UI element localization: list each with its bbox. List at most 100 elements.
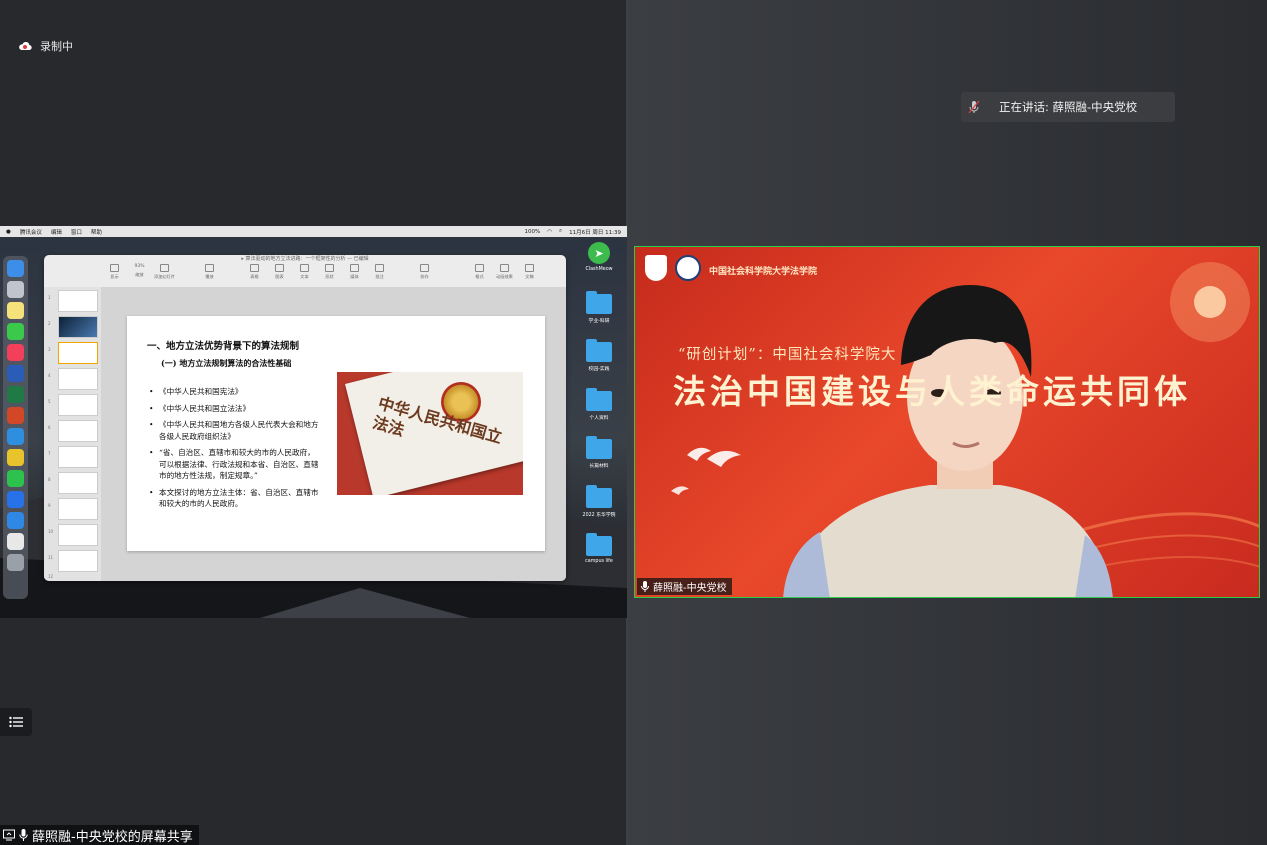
slide-thumbnail[interactable] bbox=[58, 316, 98, 338]
toolbar-button[interactable]: 显示 bbox=[104, 264, 125, 286]
recording-label: 录制中 bbox=[40, 40, 73, 53]
search-icon[interactable]: ⌕ bbox=[559, 228, 562, 235]
menubar-clock[interactable]: 11月6日 周日 11:39 bbox=[569, 228, 621, 236]
desktop-folder[interactable]: 学业-科研 bbox=[578, 291, 620, 324]
slide-thumbnail[interactable] bbox=[58, 550, 98, 572]
toolbar-button[interactable]: 播放 bbox=[199, 264, 220, 286]
document-icon[interactable] bbox=[7, 533, 24, 550]
bullet-item: 《中华人民共和国地方各级人民代表大会和地方各级人民政府组织法》 bbox=[149, 419, 319, 442]
finder-icon[interactable] bbox=[7, 260, 24, 277]
speaking-indicator: 正在讲话: 薛照融-中央党校 bbox=[961, 92, 1175, 122]
institution-name: 中国社会科学院大学法学院 bbox=[709, 267, 818, 277]
desktop-item-clashmeow[interactable]: ➤ ClashMeow bbox=[578, 242, 620, 272]
slide-thumbnail[interactable] bbox=[58, 394, 98, 416]
legislation-law-book-image: 中华人民共和国立法法 bbox=[337, 372, 523, 495]
word-icon[interactable] bbox=[7, 365, 24, 382]
toolbar-button[interactable]: 图表 bbox=[269, 264, 290, 286]
messages-icon[interactable] bbox=[7, 323, 24, 340]
toolbar-button[interactable]: 批注 bbox=[369, 264, 390, 286]
notes-icon[interactable] bbox=[7, 302, 24, 319]
toolbar-button[interactable]: 格式 bbox=[469, 264, 490, 286]
mac-menubar: ● 腾讯会议 编辑 窗口 帮助 100% ◠ ⌕ 11月6日 周日 11:39 bbox=[0, 226, 627, 237]
folder-icon bbox=[586, 388, 612, 411]
wifi-icon[interactable]: ◠ bbox=[547, 229, 552, 235]
trash-icon[interactable] bbox=[7, 554, 24, 571]
slide-thumbnail[interactable] bbox=[58, 420, 98, 442]
keynote-icon[interactable] bbox=[7, 512, 24, 529]
slide-thumbnail[interactable] bbox=[58, 472, 98, 494]
shared-screen[interactable]: ● 腾讯会议 编辑 窗口 帮助 100% ◠ ⌕ 11月6日 周日 11:39 … bbox=[0, 226, 627, 618]
banner-subtitle: “研创计划”：中国社会科学院大 bbox=[678, 347, 897, 363]
desktop-folder[interactable]: 2022 东华学院 bbox=[578, 485, 620, 518]
toolbar: 显示 93% 缩放 添加幻灯片 播放 表格 图表 文本 形状 媒体 批注 协作 格… bbox=[44, 264, 566, 286]
toolbar-button[interactable]: 表格 bbox=[244, 264, 265, 286]
slide-thumbnail[interactable] bbox=[58, 368, 98, 390]
slide-canvas[interactable]: 一、地方立法优势背景下的算法规制 (一) 地方立法规制算法的合法性基础 《中华人… bbox=[101, 287, 566, 581]
school-logo-icon bbox=[645, 255, 667, 281]
participant-video[interactable]: 中国社会科学院大学法学院 “研创计划”：中国社会科学院大 法治中国建设与人类命运… bbox=[634, 246, 1260, 598]
toolbar-button[interactable]: 添加幻灯片 bbox=[154, 264, 175, 286]
bullet-item: 《中华人民共和国宪法》 bbox=[149, 386, 319, 398]
university-logo-icon bbox=[675, 255, 701, 281]
folder-icon bbox=[586, 291, 612, 314]
slide-subheading: (一) 地方立法规制算法的合法性基础 bbox=[161, 358, 292, 368]
toolbar-button[interactable]: 文本 bbox=[294, 264, 315, 286]
screen-share-icon bbox=[3, 829, 15, 841]
toolbar-button[interactable]: 协作 bbox=[414, 264, 435, 286]
video-background bbox=[671, 262, 1259, 597]
folder-icon bbox=[586, 533, 612, 556]
slide-heading: 一、地方立法优势背景下的算法规制 bbox=[147, 341, 300, 352]
bullet-item: 本文探讨的地方立法主体：省、自治区、直辖市和较大的市的人民政府。 bbox=[149, 487, 319, 510]
battery-level: 100% bbox=[524, 228, 541, 235]
send-icon: ➤ bbox=[588, 242, 610, 264]
slide-thumbnail[interactable] bbox=[58, 290, 98, 312]
menubar-item[interactable]: 编辑 bbox=[51, 228, 62, 236]
folder-icon bbox=[586, 485, 612, 508]
recording-indicator[interactable]: 录制中 bbox=[18, 38, 73, 54]
wechat-icon[interactable] bbox=[7, 470, 24, 487]
desktop-folder[interactable]: 校园-实践 bbox=[578, 339, 620, 372]
launchpad-icon[interactable] bbox=[7, 281, 24, 298]
banner-title: 法治中国建设与人类命运共同体 bbox=[673, 372, 1191, 411]
slide-thumbnail[interactable] bbox=[58, 524, 98, 546]
slide-bullets: 《中华人民共和国宪法》 《中华人民共和国立法法》 《中华人民共和国地方各级人民代… bbox=[149, 386, 319, 515]
apple-icon[interactable]: ● bbox=[6, 229, 11, 235]
safari-icon[interactable] bbox=[7, 428, 24, 445]
slide-thumbnail-selected[interactable] bbox=[58, 342, 98, 364]
excel-icon[interactable] bbox=[7, 386, 24, 403]
zoom-button[interactable]: 93% 缩放 bbox=[129, 264, 150, 286]
mac-dock bbox=[3, 256, 28, 599]
powerpoint-icon[interactable] bbox=[7, 407, 24, 424]
current-slide[interactable]: 一、地方立法优势背景下的算法规制 (一) 地方立法规制算法的合法性基础 《中华人… bbox=[127, 316, 545, 551]
list-icon bbox=[9, 716, 23, 728]
toolbar-button[interactable]: 媒体 bbox=[344, 264, 365, 286]
music-icon[interactable] bbox=[7, 344, 24, 361]
mic-icon bbox=[19, 829, 28, 841]
slide-thumbnail[interactable] bbox=[58, 446, 98, 468]
toolbar-button[interactable]: 文稿 bbox=[519, 264, 540, 286]
share-owner: 薛照融-中央党校的屏幕共享 bbox=[32, 829, 193, 845]
desktop-folder[interactable]: 个人资料 bbox=[578, 388, 620, 421]
desktop-folder[interactable]: 长篇材料 bbox=[578, 436, 620, 469]
menubar-item[interactable]: 帮助 bbox=[91, 228, 102, 236]
list-menu-button[interactable] bbox=[0, 708, 32, 736]
chrome-icon[interactable] bbox=[7, 449, 24, 466]
folder-icon bbox=[586, 339, 612, 362]
toolbar-button[interactable]: 形状 bbox=[319, 264, 340, 286]
desktop-folder[interactable]: campus life bbox=[578, 533, 620, 564]
menubar-status: 100% ◠ ⌕ 11月6日 周日 11:39 bbox=[525, 226, 622, 237]
participant-name-badge: 薛照融-中央党校 bbox=[637, 578, 732, 595]
cloud-record-icon bbox=[19, 41, 32, 51]
window-title: ▸ 算法驱动的地方立法进路：一个框架性的分析 — 已编辑 bbox=[241, 256, 369, 262]
folder-icon bbox=[586, 436, 612, 459]
toolbar-button[interactable]: 动画效果 bbox=[494, 264, 515, 286]
mic-icon bbox=[641, 581, 649, 592]
menubar-item[interactable]: 窗口 bbox=[71, 228, 82, 236]
mic-muted-icon bbox=[961, 92, 987, 122]
tencent-meeting-icon[interactable] bbox=[7, 491, 24, 508]
slide-navigator[interactable]: 1 2 3 4 5 6 7 8 9 10 11 12 bbox=[44, 287, 101, 581]
keynote-window[interactable]: ▸ 算法驱动的地方立法进路：一个框架性的分析 — 已编辑 显示 93% 缩放 添加… bbox=[44, 255, 566, 581]
slide-thumbnail[interactable] bbox=[58, 498, 98, 520]
menubar-item[interactable]: 腾讯会议 bbox=[20, 228, 42, 236]
bullet-item: 《中华人民共和国立法法》 bbox=[149, 403, 319, 415]
